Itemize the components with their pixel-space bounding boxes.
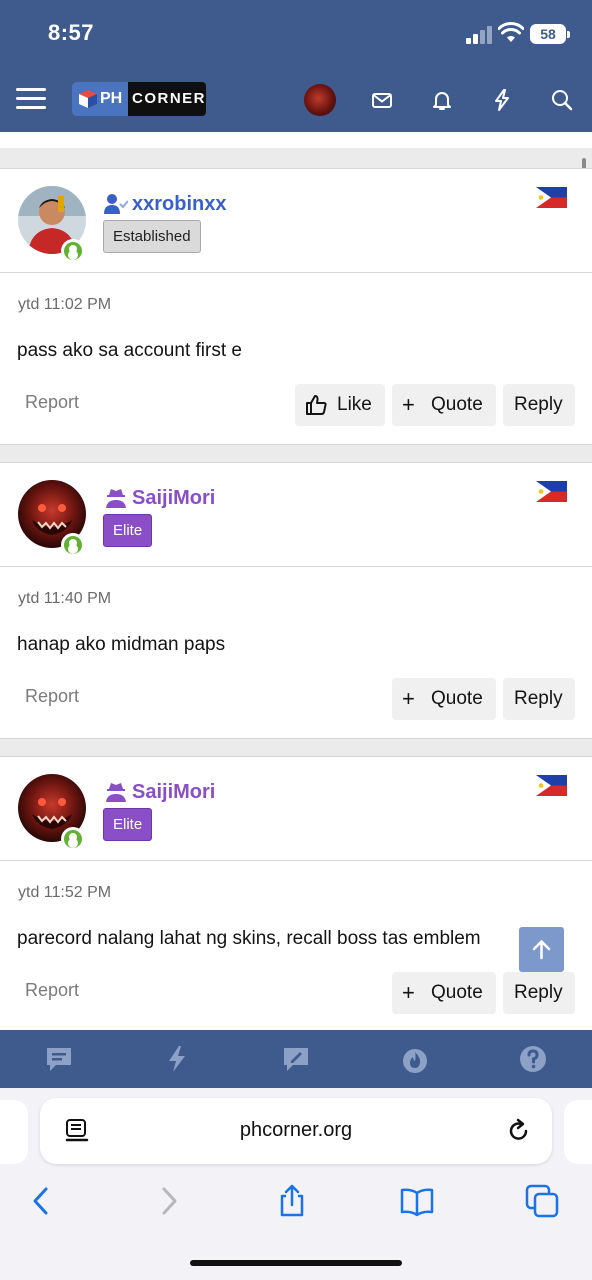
address-bar[interactable]: phcorner.org <box>40 1098 552 1164</box>
logo-corner-text: CORNER <box>132 90 206 107</box>
online-status-icon <box>61 827 85 851</box>
account-avatar[interactable] <box>304 84 336 116</box>
scroll-to-top-button[interactable] <box>519 927 564 972</box>
arrow-up-icon <box>532 939 551 960</box>
quote-button[interactable]: + Quote <box>392 384 496 426</box>
reply-label: Reply <box>514 688 563 709</box>
quote-label: Quote <box>431 688 483 709</box>
report-link[interactable]: Report <box>25 980 79 1001</box>
search-icon[interactable] <box>550 88 574 112</box>
chat-icon[interactable] <box>44 1044 74 1074</box>
back-icon[interactable] <box>24 1184 58 1218</box>
plus-icon: + <box>402 686 415 711</box>
home-indicator[interactable] <box>190 1260 402 1266</box>
post-time[interactable]: ytd 11:40 PM <box>18 590 111 608</box>
site-logo[interactable]: PH CORNER <box>72 82 206 116</box>
username[interactable]: xxrobinxx <box>132 193 226 216</box>
tabs-icon[interactable] <box>525 1184 559 1218</box>
lightning-icon[interactable] <box>490 88 514 112</box>
top-header: 8:57 58 PH CORNER <box>0 0 592 132</box>
bell-icon[interactable] <box>430 88 454 112</box>
edit-icon[interactable] <box>281 1044 311 1074</box>
report-link[interactable]: Report <box>25 392 79 413</box>
username[interactable]: SaijiMori <box>132 781 215 804</box>
like-label: Like <box>337 394 372 415</box>
incognito-user-icon <box>106 783 126 802</box>
post-card: SaijiMori Elite ytd 11:40 PM hanap ako m… <box>0 462 592 739</box>
site-bottom-nav <box>0 1030 592 1088</box>
status-time: 8:57 <box>48 20 95 45</box>
user-title-badge: Elite <box>103 808 153 841</box>
bookmarks-icon[interactable] <box>400 1184 434 1218</box>
report-link[interactable]: Report <box>25 686 79 707</box>
like-button[interactable]: Like <box>295 384 385 426</box>
post-user-row: xxrobinxx Established <box>0 169 592 273</box>
post-card: xxrobinxx Established ytd 11:02 PM pass … <box>0 168 592 445</box>
post-card: SaijiMori Elite ytd 11:52 PM parecord na… <box>0 756 592 1030</box>
username[interactable]: SaijiMori <box>132 487 215 510</box>
help-icon[interactable] <box>518 1044 548 1074</box>
share-icon[interactable] <box>275 1184 309 1218</box>
reply-button[interactable]: Reply <box>503 678 575 720</box>
online-status-icon <box>61 239 85 263</box>
logo-cube-icon <box>79 90 97 108</box>
ph-flag-icon <box>536 187 567 208</box>
user-title-badge: Established <box>103 220 201 253</box>
quote-button[interactable]: + Quote <box>392 972 496 1014</box>
thumbs-up-icon <box>306 395 327 415</box>
online-status-icon <box>61 533 85 557</box>
post-user-row: SaijiMori Elite <box>0 463 592 567</box>
ph-flag-icon <box>536 775 567 796</box>
user-check-icon <box>104 194 128 214</box>
browser-chrome: phcorner.org <box>0 1088 592 1280</box>
post-body: parecord nalang lahat ng skins, recall b… <box>17 928 481 949</box>
reply-button[interactable]: Reply <box>503 384 575 426</box>
plus-icon: + <box>402 980 415 1005</box>
reply-label: Reply <box>514 982 563 1003</box>
logo-ph-text: PH <box>100 90 123 107</box>
reload-icon[interactable] <box>506 1118 532 1144</box>
reply-label: Reply <box>514 394 563 415</box>
post-user-row: SaijiMori Elite <box>0 757 592 861</box>
post-time[interactable]: ytd 11:52 PM <box>18 884 111 902</box>
battery-indicator: 58 <box>530 24 570 44</box>
quote-label: Quote <box>431 394 483 415</box>
url-text: phcorner.org <box>239 1119 353 1141</box>
fire-icon[interactable] <box>400 1044 430 1074</box>
quote-button[interactable]: + Quote <box>392 678 496 720</box>
quote-label: Quote <box>431 982 483 1003</box>
user-title-badge: Elite <box>103 514 153 547</box>
wifi-icon <box>498 22 524 42</box>
next-tab-preview[interactable] <box>564 1100 592 1164</box>
post-body: hanap ako midman paps <box>17 634 226 655</box>
ph-flag-icon <box>536 481 567 502</box>
plus-icon: + <box>402 392 415 417</box>
post-time[interactable]: ytd 11:02 PM <box>18 296 111 314</box>
cell-signal-icon <box>466 26 494 44</box>
previous-tab-preview[interactable] <box>0 1100 28 1164</box>
post-body: pass ako sa account first e <box>17 340 242 361</box>
lightning-icon[interactable] <box>162 1044 192 1074</box>
menu-icon[interactable] <box>16 86 46 112</box>
mail-icon[interactable] <box>370 88 394 112</box>
reply-button[interactable]: Reply <box>503 972 575 1014</box>
incognito-user-icon <box>106 489 126 508</box>
forward-icon[interactable] <box>152 1184 186 1218</box>
